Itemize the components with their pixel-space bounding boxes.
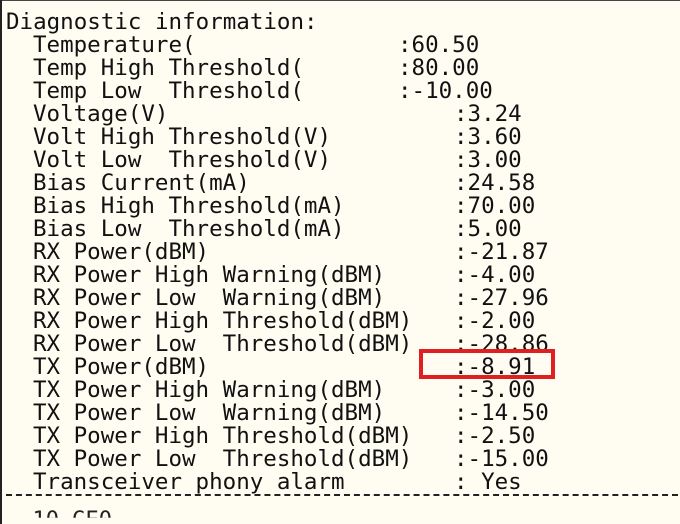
row-transceiver-alarm-label: Transceiver phony alarm: [33, 469, 345, 495]
row-temperature-value: :60.50: [398, 32, 480, 58]
row-tx-low-warning-value: :-14.50: [454, 400, 549, 426]
row-temp-low-threshold-value: :-10.00: [398, 78, 493, 104]
left-border-edge: [0, 0, 2, 524]
row-tx-high-warning-value: :-3.00: [454, 377, 536, 403]
row-rx-high-threshold-label: RX Power High Threshold(dBM): [33, 308, 413, 334]
top-border-rule: [0, 0, 680, 1]
row-tx-power-label: TX Power(dBM): [33, 354, 210, 380]
row-volt-high-threshold-label: Volt High Threshold(V): [33, 124, 332, 150]
row-rx-low-warning-label: RX Power Low Warning(dBM): [33, 285, 386, 311]
row-bias-high-threshold-value: :70.00: [454, 193, 536, 219]
row-temperature-label: Temperature(: [33, 32, 196, 58]
terminal-output: Diagnostic information: Temperature( :60…: [0, 0, 680, 524]
row-rx-high-warning-label: RX Power High Warning(dBM): [33, 262, 386, 288]
row-volt-low-threshold-label: Volt Low Threshold(V): [33, 147, 332, 173]
row-tx-high-warning-label: TX Power High Warning(dBM): [33, 377, 386, 403]
diagnostic-header: Diagnostic information:: [6, 9, 318, 35]
row-transceiver-alarm-value: : Yes: [454, 469, 522, 495]
row-bias-current-label: Bias Current(mA): [33, 170, 250, 196]
row-volt-low-threshold-value: :3.00: [454, 147, 522, 173]
row-rx-high-threshold-value: :-2.00: [454, 308, 536, 334]
row-rx-low-warning-value: :-27.96: [454, 285, 549, 311]
row-volt-high-threshold-value: :3.60: [454, 124, 522, 150]
row-rx-low-threshold-label: RX Power Low Threshold(dBM): [33, 331, 413, 357]
row-bias-low-threshold-label: Bias Low Threshold(mA): [33, 216, 345, 242]
row-tx-low-threshold-value: :-15.00: [454, 446, 549, 472]
row-voltage-value: :3.24: [454, 101, 522, 127]
row-tx-high-threshold-label: TX Power High Threshold(dBM): [33, 423, 413, 449]
row-rx-power-value: :-21.87: [454, 239, 549, 265]
row-tx-low-warning-label: TX Power Low Warning(dBM): [33, 400, 386, 426]
row-rx-power-label: RX Power(dBM): [33, 239, 210, 265]
tx-power-highlight-box: [419, 349, 555, 379]
row-temp-high-threshold-value: :80.00: [398, 55, 480, 81]
row-temp-high-threshold-label: Temp High Threshold(: [33, 55, 304, 81]
bottom-dashed-divider: [6, 494, 678, 498]
bottom-cutoff-text: 10 GE0 ... ... ... ...: [6, 508, 351, 524]
row-tx-high-threshold-value: :-2.50: [454, 423, 536, 449]
row-tx-low-threshold-label: TX Power Low Threshold(dBM): [33, 446, 413, 472]
row-voltage-label: Voltage(V): [33, 101, 169, 127]
row-bias-current-value: :24.58: [454, 170, 536, 196]
row-temp-low-threshold-label: Temp Low Threshold(: [33, 78, 304, 104]
row-bias-low-threshold-value: :5.00: [454, 216, 522, 242]
row-bias-high-threshold-label: Bias High Threshold(mA): [33, 193, 345, 219]
row-rx-high-warning-value: :-4.00: [454, 262, 536, 288]
